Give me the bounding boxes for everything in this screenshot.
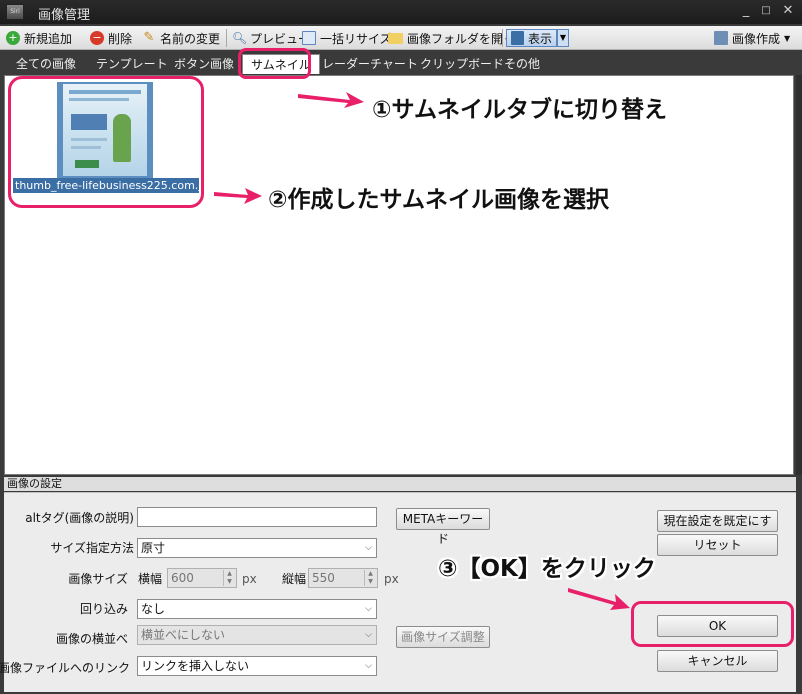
annotation-step-3: ③【OK】をクリック: [438, 556, 656, 582]
annotation-highlight-thumbnail: [8, 76, 204, 208]
alt-label: altタグ(画像の説明): [25, 511, 134, 525]
wrap-value: なし: [141, 602, 166, 616]
chevron-down-icon: ⌵: [365, 543, 372, 553]
width-label: 横幅: [137, 572, 162, 586]
image-size-adjust-button: 画像サイズ調整: [396, 626, 490, 648]
settings-panel: altタグ(画像の説明) METAキーワード サイズ指定方法 原寸 ⌵ 画像サイ…: [0, 492, 796, 692]
window-title: 画像管理: [38, 8, 91, 23]
image-icon: [714, 31, 728, 45]
size-method-label: サイズ指定方法: [50, 541, 134, 555]
meta-keyword-button[interactable]: METAキーワード: [396, 508, 490, 546]
delete-button[interactable]: − 削除: [90, 29, 132, 47]
open-folder-button[interactable]: 画像フォルダを開く: [388, 29, 515, 47]
height-unit: px: [384, 572, 399, 586]
settings-header: 画像の設定: [4, 477, 796, 491]
tab-button-images[interactable]: ボタン画像: [174, 54, 234, 74]
batch-resize-label: 一括リサイズ: [320, 31, 392, 46]
title-bar: Siri 画像管理 _ □ ✕: [0, 0, 802, 24]
close-button[interactable]: ✕: [780, 3, 796, 19]
maximize-button[interactable]: □: [758, 3, 774, 19]
chevron-down-icon: ⌵: [365, 630, 372, 640]
view-dropdown-button[interactable]: ▼: [557, 29, 569, 47]
link-label: 画像ファイルへのリンク: [0, 661, 131, 675]
view-button[interactable]: 表示: [506, 29, 557, 47]
rename-label: 名前の変更: [160, 31, 221, 46]
toolbar: + 新規追加 − 削除 ✎ 名前の変更 🔍︎ プレビュー 一括リサイズ 画像フォ…: [0, 26, 802, 50]
pencil-icon: ✎: [143, 30, 155, 45]
arrange-label: 画像の横並べ: [55, 632, 128, 646]
alt-input[interactable]: [137, 507, 377, 527]
minimize-button[interactable]: _: [738, 3, 754, 19]
height-value: 550: [312, 571, 335, 585]
chevron-down-icon: ⌵: [365, 661, 372, 671]
batch-resize-button[interactable]: 一括リサイズ: [302, 29, 392, 47]
link-value: リンクを挿入しない: [141, 659, 250, 673]
annotation-arrow-1: [298, 92, 364, 108]
add-new-button[interactable]: + 新規追加: [6, 29, 72, 47]
toolbar-separator: [502, 29, 503, 47]
set-default-button[interactable]: 現在設定を既定にする: [657, 510, 778, 548]
reset-button[interactable]: リセット: [657, 534, 778, 556]
preview-label: プレビュー: [250, 31, 311, 46]
annotation-arrow-2: [214, 188, 262, 204]
delete-label: 削除: [108, 31, 133, 46]
annotation-arrow-3: [568, 588, 630, 610]
size-method-select[interactable]: 原寸 ⌵: [137, 538, 377, 558]
create-image-label: 画像作成: [732, 31, 781, 46]
view-label: 表示: [527, 31, 552, 46]
toolbar-separator: [226, 29, 227, 47]
link-select[interactable]: リンクを挿入しない ⌵: [137, 656, 377, 676]
annotation-step-1: ①サムネイルタブに切り替え: [372, 97, 668, 123]
tab-radar-chart[interactable]: レーダーチャート: [322, 54, 418, 74]
monitor-icon: [511, 31, 524, 45]
preview-button[interactable]: 🔍︎ プレビュー: [232, 29, 310, 47]
height-label: 縦幅: [281, 572, 306, 586]
create-image-button[interactable]: 画像作成 ▼: [714, 29, 790, 47]
window-edge: [796, 75, 802, 475]
open-folder-label: 画像フォルダを開く: [407, 31, 516, 46]
wrap-select[interactable]: なし ⌵: [137, 599, 377, 619]
annotation-step-2: ②作成したサムネイル画像を選択: [268, 187, 610, 213]
stepper-arrows-icon: ▲ ▼: [364, 570, 376, 586]
add-icon: +: [6, 31, 20, 45]
resize-icon: [302, 31, 316, 45]
tab-templates[interactable]: テンプレート: [96, 54, 168, 74]
rename-button[interactable]: ✎ 名前の変更: [142, 29, 220, 47]
tab-clipboard[interactable]: クリップボード: [420, 54, 504, 74]
annotation-highlight-ok: [631, 601, 794, 647]
add-new-label: 新規追加: [24, 31, 73, 46]
delete-icon: −: [90, 31, 104, 45]
cancel-button[interactable]: キャンセル: [657, 650, 778, 672]
height-stepper: 550 ▲ ▼: [308, 568, 378, 588]
folder-icon: [388, 32, 403, 44]
arrange-value: 横並べにしない: [141, 628, 226, 642]
tab-other[interactable]: その他: [504, 54, 540, 74]
size-method-value: 原寸: [141, 541, 166, 555]
chevron-down-icon: ⌵: [365, 604, 372, 614]
tab-all-images[interactable]: 全ての画像: [16, 54, 76, 74]
image-manager-window: Siri 画像管理 _ □ ✕ + 新規追加 − 削除 ✎ 名前の変更 🔍︎ プ…: [0, 0, 802, 694]
wrap-label: 回り込み: [79, 602, 128, 616]
tab-bar: 全ての画像 テンプレート ボタン画像 サムネイル レーダーチャート クリップボー…: [0, 51, 802, 75]
annotation-highlight-tab: [238, 48, 311, 79]
magnifier-icon: 🔍︎: [232, 31, 248, 45]
arrange-select: 横並べにしない ⌵: [137, 625, 377, 645]
chevron-down-icon: ▼: [784, 33, 791, 43]
app-icon: Siri: [6, 4, 24, 20]
